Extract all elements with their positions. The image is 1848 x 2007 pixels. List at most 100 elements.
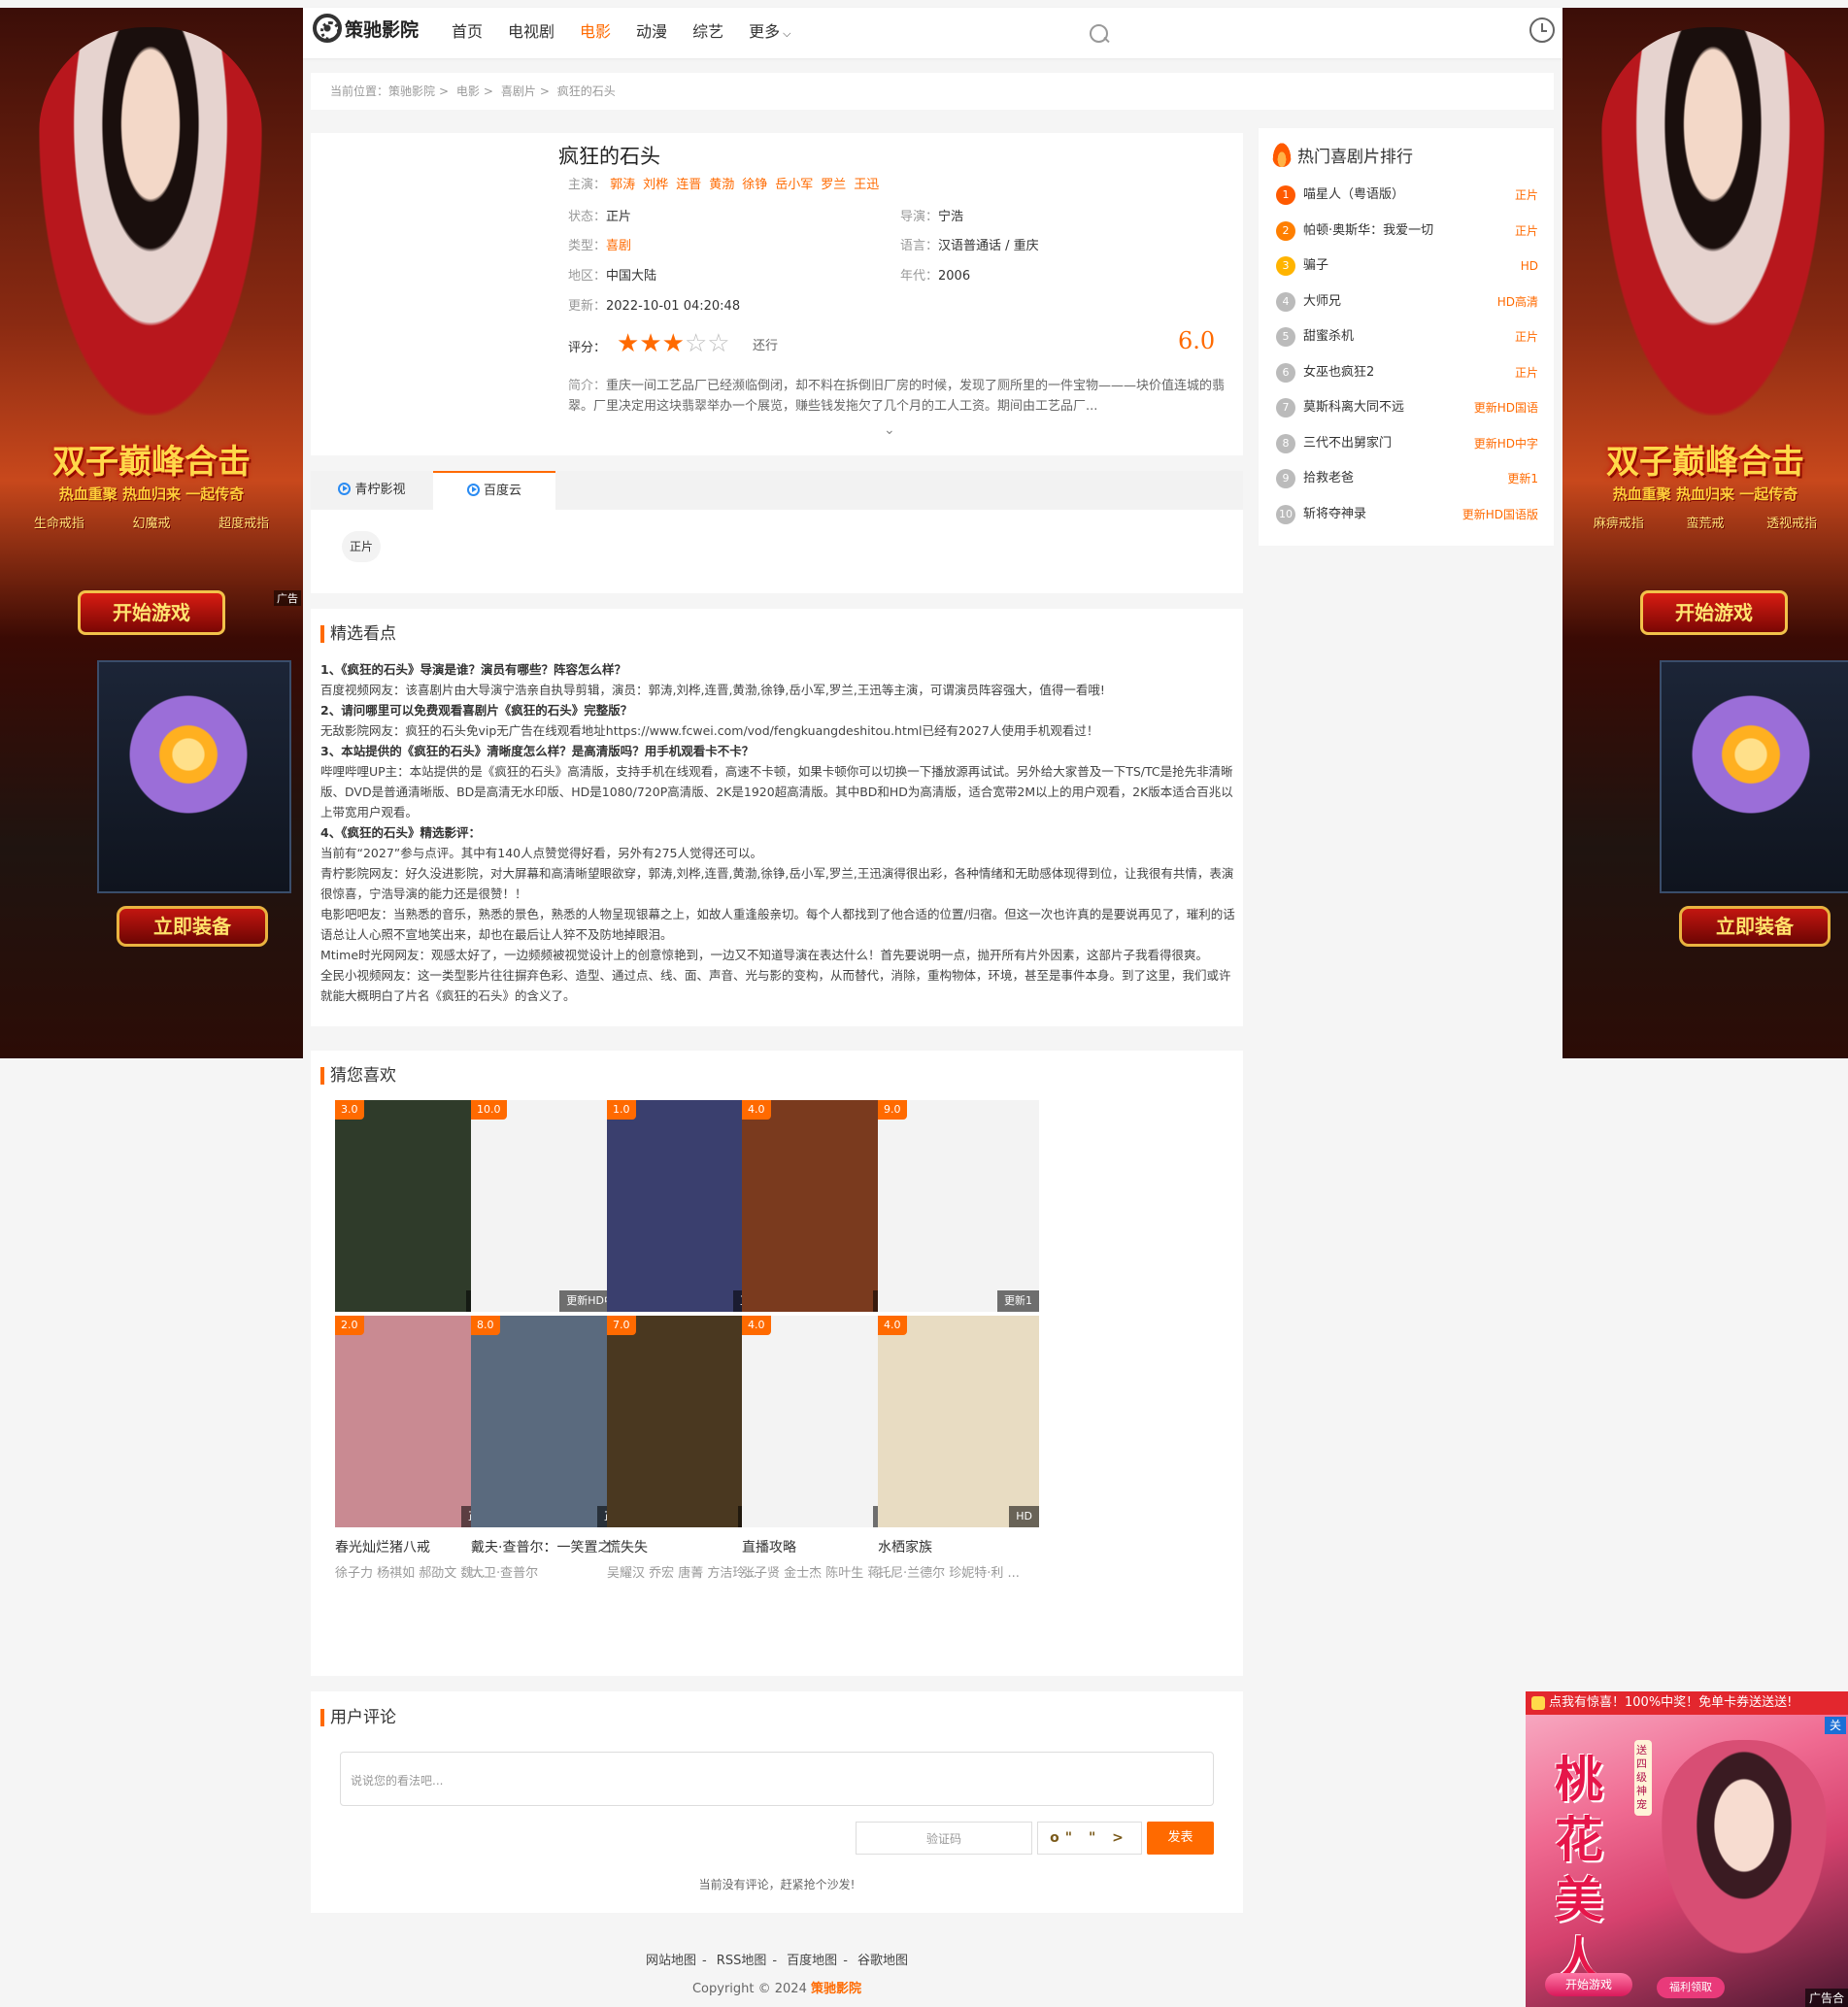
footer-link-baidu[interactable]: 百度地图 xyxy=(787,1954,837,1968)
play-icon xyxy=(338,483,352,495)
breadcrumb-separator: > xyxy=(483,84,493,98)
tab-label: 青柠影视 xyxy=(354,483,406,497)
section-title: 猜您喜欢 xyxy=(320,1067,396,1085)
ad-welfare-button[interactable]: 福利领取 xyxy=(1657,1977,1725,1998)
bottom-right-ad[interactable]: 点我有惊喜！100%中奖！免单卡券送送送! 关 桃花美人 送四级神宠 开始游戏 … xyxy=(1526,1691,1848,2007)
ranking-item[interactable]: 7 莫斯科离大同不远 更新HD国语 xyxy=(1276,397,1538,418)
ranking-item[interactable]: 8 三代不出舅家门 更新HD中字 xyxy=(1276,433,1538,454)
ranking-item[interactable]: 1 喵星人（粤语版） 正片 xyxy=(1276,184,1538,206)
rank-status: 正片 xyxy=(1514,365,1538,380)
region-label: 地区： xyxy=(568,269,607,284)
rank-title: 大师兄 xyxy=(1303,293,1342,309)
tab-label: 百度云 xyxy=(483,484,521,498)
breadcrumb-item[interactable]: 电影 xyxy=(456,84,480,98)
site-logo[interactable]: 策驰影院 xyxy=(313,14,419,43)
rank-title: 拾救老爸 xyxy=(1303,471,1355,485)
nav-item-variety[interactable]: 综艺 xyxy=(692,8,723,56)
actor-link[interactable]: 黄渤 xyxy=(709,178,734,192)
ad-wing-image xyxy=(89,672,254,837)
desc-label: 简介： xyxy=(568,379,607,393)
tab-qingning[interactable]: 青柠影视 xyxy=(311,471,433,510)
ad-ring-label: 透视戒指 xyxy=(1766,517,1818,531)
nav-item-movie[interactable]: 电影 xyxy=(580,8,611,56)
rank-number: 7 xyxy=(1276,398,1295,418)
ranking-item[interactable]: 4 大师兄 HD高清 xyxy=(1276,291,1538,313)
captcha-input[interactable]: 验证码 xyxy=(856,1822,1032,1855)
actor-link[interactable]: 徐铮 xyxy=(742,178,767,192)
nav-item-anime[interactable]: 动漫 xyxy=(636,8,667,56)
captcha-image[interactable]: o" " > xyxy=(1037,1822,1142,1855)
ad-girl-image xyxy=(1601,27,1825,416)
highlight-answer: 全民小视频网友：这一类型影片往往摒弃色彩、造型、通过点、线、面、声音、光与影的变… xyxy=(320,968,1231,1003)
ad-equip-button[interactable]: 立即装备 xyxy=(1679,906,1831,947)
ad-start-game-button[interactable]: 开始游戏 xyxy=(1640,590,1788,635)
ad-big-title: 桃花美人 xyxy=(1555,1752,1603,1989)
highlights-card: 精选看点 1、《疯狂的石头》导演是谁？演员有哪些？阵容怎么样？ 百度视频网友：该喜… xyxy=(311,609,1243,1026)
ranking-item[interactable]: 6 女巫也疯狂2 正片 xyxy=(1276,362,1538,384)
actor-link[interactable]: 郭涛 xyxy=(610,178,635,192)
footer-links: 网站地图 - RSS地图 - 百度地图 - 谷歌地图 xyxy=(645,1954,909,1968)
comment-input[interactable]: 说说您的看法吧... xyxy=(340,1752,1214,1806)
year-value: 2006 xyxy=(938,269,971,284)
footer-link-google[interactable]: 谷歌地图 xyxy=(857,1954,908,1968)
genre-label: 类型： xyxy=(568,239,607,253)
highlight-answer: 哔哩哔哩UP主：本站提供的是《疯狂的石头》高清版，支持手机在线观看，高速不卡顿，… xyxy=(320,764,1233,820)
ranking-item[interactable]: 10 斩将夺神录 更新HD国语版 xyxy=(1276,504,1538,525)
actor-link[interactable]: 王迅 xyxy=(854,178,879,192)
submit-comment-button[interactable]: 发表 xyxy=(1147,1822,1214,1855)
movie-name[interactable]: 水栖家族 xyxy=(878,1537,1039,1556)
ranking-item[interactable]: 9 拾救老爸 更新1 xyxy=(1276,468,1538,489)
star-filled-icon: ★ xyxy=(617,329,640,358)
footer-link-sitemap[interactable]: 网站地图 xyxy=(646,1954,696,1968)
site-name: 策驰影院 xyxy=(345,18,420,41)
rank-title: 喵星人（粤语版） xyxy=(1303,187,1405,202)
rank-number: 5 xyxy=(1276,327,1295,347)
status-value: 正片 xyxy=(606,210,632,224)
ad-ring-label: 幻魔戒 xyxy=(132,517,171,531)
genre-value[interactable]: 喜剧 xyxy=(606,239,631,253)
ad-start-game-button[interactable]: 开始游戏 xyxy=(78,590,225,635)
history-clock-icon[interactable] xyxy=(1529,17,1555,43)
actor-link[interactable]: 岳小军 xyxy=(775,178,813,192)
ad-ring-label: 生命戒指 xyxy=(33,517,84,531)
episode-button[interactable]: 正片 xyxy=(342,531,381,562)
tab-baiduyun[interactable]: 百度云 xyxy=(433,471,555,510)
director-value: 宁浩 xyxy=(938,210,964,224)
breadcrumb-item[interactable]: 喜剧片 xyxy=(501,84,536,98)
left-side-ad[interactable]: 双子巅峰合击 热血重聚 热血归来 一起传奇 生命戒指 幻魔戒 超度戒指 开始游戏… xyxy=(0,8,303,1058)
right-side-ad[interactable]: 双子巅峰合击 热血重聚 热血归来 一起传奇 麻痹戒指 蛮荒戒 透视戒指 开始游戏… xyxy=(1562,8,1848,1058)
breadcrumb-item[interactable]: 当前位置：策驰影院 xyxy=(330,84,435,98)
nav-item-tv[interactable]: 电视剧 xyxy=(508,8,554,56)
actor-link[interactable]: 罗兰 xyxy=(821,178,846,192)
close-icon[interactable]: 关 xyxy=(1825,1717,1846,1734)
footer-link-rss[interactable]: RSS地图 xyxy=(717,1954,767,1968)
ranking-item[interactable]: 3 骗子 HD xyxy=(1276,255,1538,277)
copyright-site[interactable]: 策驰影院 xyxy=(811,1982,861,1996)
nav-item-home[interactable]: 首页 xyxy=(452,8,483,56)
updated-label: 更新： xyxy=(568,299,607,314)
movie-card[interactable]: 4.0 HD 水栖家族 托尼·兰德尔 珍妮特·利 ... xyxy=(878,1316,1039,1581)
movie-poster[interactable]: 4.0 HD xyxy=(878,1316,1039,1527)
movie-title: 疯狂的石头 xyxy=(558,145,660,168)
ad-start-button[interactable]: 开始游戏 xyxy=(1545,1973,1632,1996)
breadcrumb-item: 疯狂的石头 xyxy=(556,84,616,98)
ranking-item[interactable]: 5 甜蜜杀机 正片 xyxy=(1276,326,1538,348)
actor-link[interactable]: 刘桦 xyxy=(643,178,668,192)
movie-rating-badge: 4.0 xyxy=(878,1316,907,1335)
highlight-question: 4、《疯狂的石头》精选影评： xyxy=(320,825,481,840)
ad-rings: 生命戒指 幻魔戒 超度戒指 xyxy=(10,513,293,531)
search-icon[interactable] xyxy=(1087,21,1112,47)
ad-rings: 麻痹戒指 蛮荒戒 透视戒指 xyxy=(1572,513,1838,531)
rank-status: 正片 xyxy=(1514,223,1538,238)
actor-link[interactable]: 连晋 xyxy=(676,178,701,192)
nav-item-more[interactable]: 更多 ⌵ xyxy=(749,8,790,56)
rank-status: 正片 xyxy=(1514,330,1538,344)
expand-chevron-icon[interactable]: ⌄ xyxy=(884,422,895,438)
breadcrumb-separator: > xyxy=(539,84,550,98)
movie-quality-badge: 更新1 xyxy=(997,1290,1039,1312)
ranking-item[interactable]: 2 帕顿·奥斯华：我爱一切 正片 xyxy=(1276,220,1538,242)
movie-poster[interactable]: 9.0 更新1 xyxy=(878,1100,1039,1312)
ad-equip-button[interactable]: 立即装备 xyxy=(117,906,268,947)
ad-game-panel xyxy=(89,660,291,893)
rating-text: 还行 xyxy=(753,339,779,353)
